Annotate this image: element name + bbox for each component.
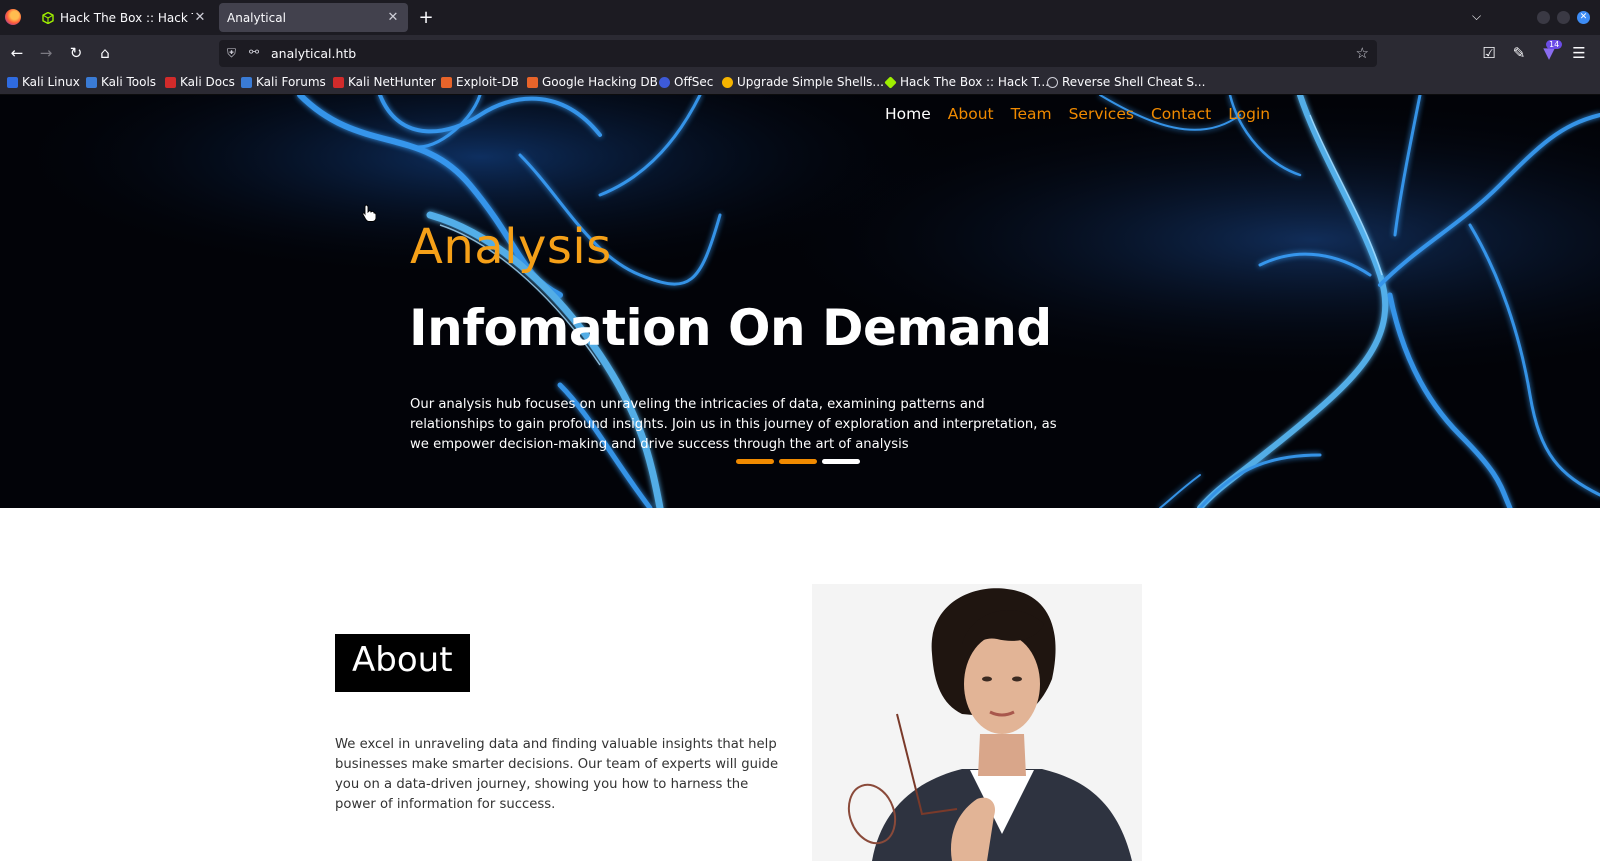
browser-tab-bar: Hack The Box :: Hack The Box ✕ Analytica… — [0, 0, 1600, 35]
bookmark-upgrade-simple-shells[interactable]: Upgrade Simple Shells... — [722, 75, 884, 89]
nav-services[interactable]: Services — [1069, 105, 1134, 123]
tracking-protection-shield-icon[interactable]: ⛨ — [227, 46, 236, 61]
tab-title: Hack The Box :: Hack The Box — [60, 10, 193, 25]
bookmark-kali-nethunter[interactable]: Kali NetHunter — [333, 75, 436, 89]
minimize-window-icon[interactable] — [1537, 11, 1550, 24]
nethunter-icon — [333, 76, 344, 88]
about-title: About — [352, 640, 453, 680]
businesswoman-image — [812, 584, 1142, 861]
globe-icon — [1047, 76, 1058, 88]
bookmark-google-hacking-db[interactable]: Google Hacking DB — [527, 75, 658, 89]
carousel-dot-2[interactable] — [779, 459, 817, 464]
bookmarks-toolbar: Kali Linux Kali Tools Kali Docs Kali For… — [0, 71, 1600, 95]
extensions-icon[interactable]: ✎ — [1510, 44, 1528, 62]
bookmark-label: Exploit-DB — [456, 75, 519, 89]
web-page: Home About Team Services Contact Login A… — [0, 95, 1600, 861]
bookmark-hack-the-box[interactable]: Hack The Box :: Hack T... — [884, 75, 1049, 89]
firefox-icon[interactable] — [5, 9, 21, 25]
list-all-tabs-icon[interactable]: ⌵ — [1472, 9, 1481, 24]
bookmark-exploit-db[interactable]: Exploit-DB — [441, 75, 519, 89]
hackthebox-icon — [42, 11, 54, 24]
nav-home[interactable]: Home — [885, 105, 931, 123]
maximize-window-icon[interactable] — [1557, 11, 1570, 24]
carousel-dot-1[interactable] — [736, 459, 774, 464]
upgrade-shells-icon — [722, 76, 733, 88]
about-description: We excel in unraveling data and finding … — [335, 737, 779, 812]
pocket-icon[interactable]: ☑ — [1480, 44, 1498, 62]
bookmark-label: Reverse Shell Cheat S... — [1062, 75, 1206, 89]
nav-contact[interactable]: Contact — [1151, 105, 1211, 123]
bookmark-label: Hack The Box :: Hack T... — [900, 75, 1049, 89]
bookmark-star-icon[interactable]: ☆ — [1356, 44, 1369, 62]
url-text[interactable]: analytical.htb — [271, 46, 356, 61]
address-bar[interactable]: ⛨ ⚯ analytical.htb ☆ — [219, 40, 1377, 67]
bookmark-label: Kali Docs — [180, 75, 235, 89]
bookmark-kali-linux[interactable]: Kali Linux — [7, 75, 80, 89]
kali-docs-icon — [165, 76, 176, 88]
bookmark-kali-forums[interactable]: Kali Forums — [241, 75, 326, 89]
hero-description: Our analysis hub focuses on unraveling t… — [410, 397, 1057, 452]
exploit-db-icon — [441, 76, 452, 88]
bookmark-label: Kali Tools — [101, 75, 157, 89]
about-photo — [812, 584, 1142, 861]
ghdb-icon — [527, 76, 538, 88]
mouse-pointer-hand-icon — [362, 204, 376, 222]
bookmark-label: Kali NetHunter — [348, 75, 436, 89]
tab-hackthebox[interactable]: Hack The Box :: Hack The Box ✕ — [34, 3, 215, 32]
carousel-indicators — [736, 459, 860, 464]
nav-login[interactable]: Login — [1228, 105, 1270, 123]
kali-dragon-icon — [7, 76, 18, 88]
hackthebox-icon — [884, 75, 897, 89]
bookmark-label: Upgrade Simple Shells... — [737, 75, 884, 89]
close-window-icon[interactable]: ✕ — [1577, 11, 1590, 24]
home-icon[interactable]: ⌂ — [96, 44, 114, 62]
tab-analytical[interactable]: Analytical ✕ — [219, 3, 408, 32]
offsec-icon — [659, 76, 670, 88]
extension-badge: 14 — [1546, 40, 1563, 49]
reload-icon[interactable]: ↻ — [67, 44, 85, 62]
browser-navigation-bar: ← → ↻ ⌂ ⛨ ⚯ analytical.htb ☆ ☑ ✎ ▼ ☰ — [0, 35, 1600, 71]
hero-section: Home About Team Services Contact Login A… — [0, 95, 1600, 508]
bookmark-label: Kali Forums — [256, 75, 326, 89]
bookmark-label: OffSec — [674, 75, 714, 89]
bookmark-label: Google Hacking DB — [542, 75, 658, 89]
nav-about[interactable]: About — [948, 105, 994, 123]
kali-forums-icon — [241, 76, 252, 88]
bookmark-kali-tools[interactable]: Kali Tools — [86, 75, 156, 89]
site-navigation: Home About Team Services Contact Login — [885, 105, 1270, 123]
nav-team[interactable]: Team — [1011, 105, 1052, 123]
close-tab-icon[interactable]: ✕ — [193, 10, 207, 25]
about-heading-box: About — [335, 634, 470, 692]
back-icon[interactable]: ← — [8, 44, 26, 62]
bookmark-kali-docs[interactable]: Kali Docs — [165, 75, 235, 89]
close-tab-icon[interactable]: ✕ — [386, 10, 400, 25]
bookmark-reverse-shell-cheat-sheet[interactable]: Reverse Shell Cheat S... — [1047, 75, 1205, 89]
kali-tools-icon — [86, 76, 97, 88]
hero-subtitle: Analysis — [410, 219, 612, 275]
forward-icon[interactable]: → — [37, 44, 55, 62]
site-info-lock-icon[interactable]: ⚯ — [249, 45, 259, 59]
hero-title: Infomation On Demand — [409, 299, 1052, 357]
bookmark-label: Kali Linux — [22, 75, 80, 89]
bookmark-offsec[interactable]: OffSec — [659, 75, 713, 89]
carousel-dot-3[interactable] — [822, 459, 860, 464]
tab-title: Analytical — [227, 10, 286, 25]
menu-icon[interactable]: ☰ — [1570, 44, 1588, 62]
new-tab-icon[interactable]: + — [416, 7, 436, 28]
